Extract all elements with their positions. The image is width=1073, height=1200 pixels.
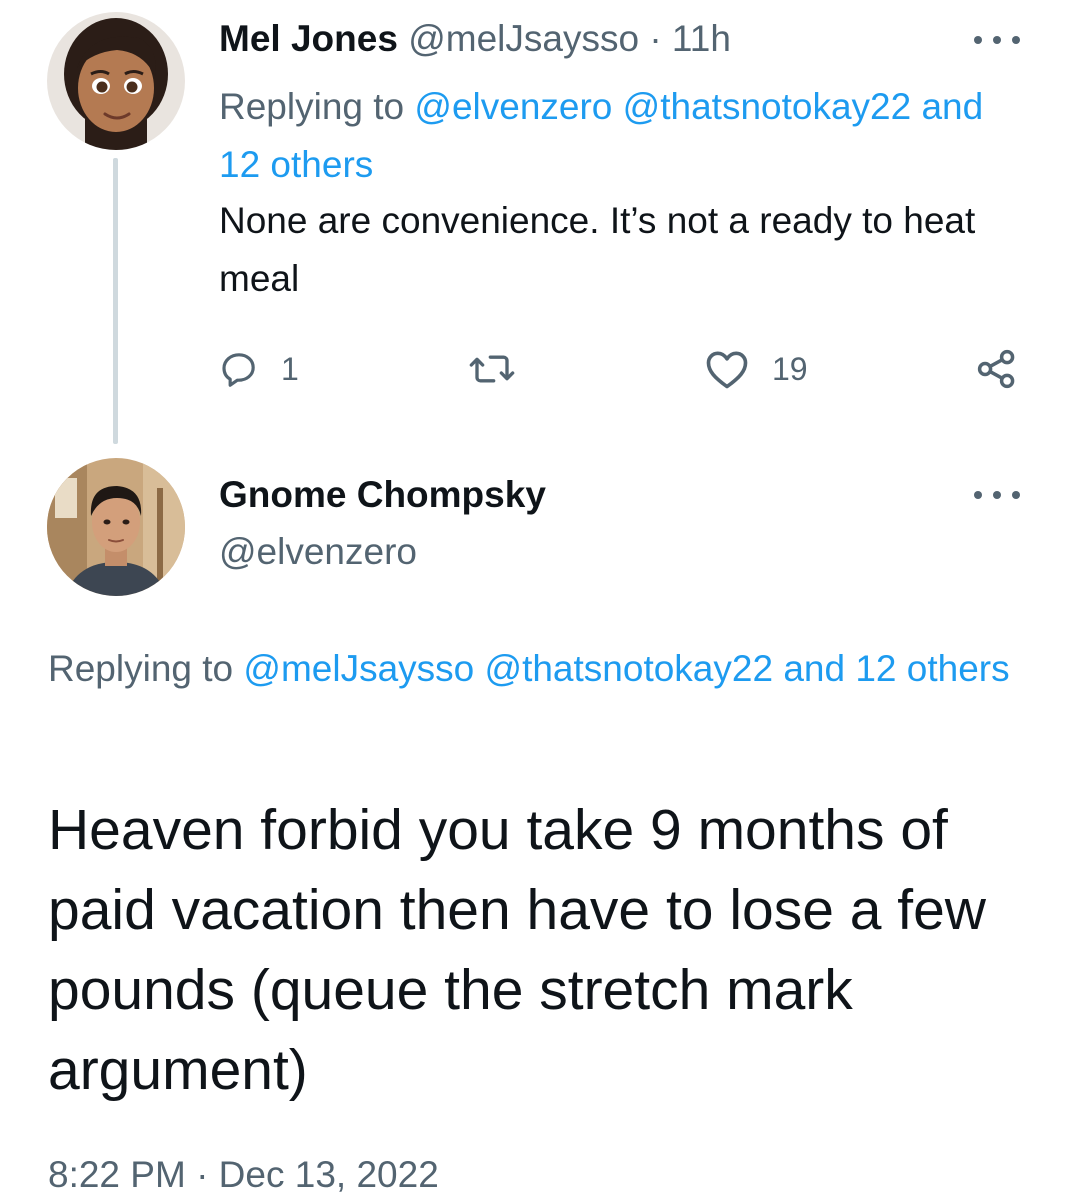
time-ago[interactable]: 11h: [672, 18, 731, 59]
mention-link[interactable]: @elvenzero: [414, 86, 612, 127]
author-handle[interactable]: @melJsaysso: [408, 18, 639, 59]
avatar-mel-jones[interactable]: [47, 12, 185, 150]
retweet-button[interactable]: [466, 345, 518, 393]
replying-prefix: Replying to: [48, 648, 234, 689]
author-handle[interactable]: @elvenzero: [219, 527, 417, 577]
main-tweet-replying-to: Replying to @melJsaysso @thatsnotokay22 …: [48, 640, 1038, 698]
tweet-timestamp[interactable]: 8:22 PM · Dec 13, 2022: [48, 1150, 439, 1200]
mention-others-link[interactable]: and 12 others: [783, 648, 1009, 689]
author-name[interactable]: Mel Jones: [219, 18, 398, 59]
reply-count: 1: [281, 350, 299, 387]
reply-tweet-replying-to: Replying to @elvenzero @thatsnotokay22 a…: [219, 78, 1019, 194]
heart-icon: [706, 351, 748, 389]
author-name[interactable]: Gnome Chompsky: [219, 470, 546, 520]
reply-button[interactable]: 1: [219, 345, 299, 393]
share-button[interactable]: [975, 345, 1019, 393]
retweet-icon: [469, 355, 515, 383]
like-button[interactable]: 19: [704, 345, 808, 393]
main-tweet-text: Heaven forbid you take 9 months of paid …: [48, 798, 986, 1102]
more-options-icon[interactable]: [974, 485, 1020, 505]
header-separator: ·: [649, 18, 662, 59]
share-icon: [977, 349, 1015, 389]
mention-link[interactable]: @thatsnotokay22: [623, 86, 912, 127]
mention-link[interactable]: @melJsaysso: [243, 648, 474, 689]
reply-icon: [222, 353, 255, 387]
more-options-icon[interactable]: [974, 30, 1020, 50]
reply-tweet-text: None are convenience. It’s not a ready t…: [219, 200, 976, 299]
thread-connector-line: [113, 158, 118, 444]
mention-link[interactable]: @thatsnotokay22: [485, 648, 774, 689]
like-count: 19: [772, 350, 808, 387]
reply-tweet-header: Mel Jones @melJsaysso · 11h: [219, 14, 731, 64]
replying-prefix: Replying to: [219, 86, 405, 127]
avatar-gnome-chompsky[interactable]: [47, 458, 185, 596]
